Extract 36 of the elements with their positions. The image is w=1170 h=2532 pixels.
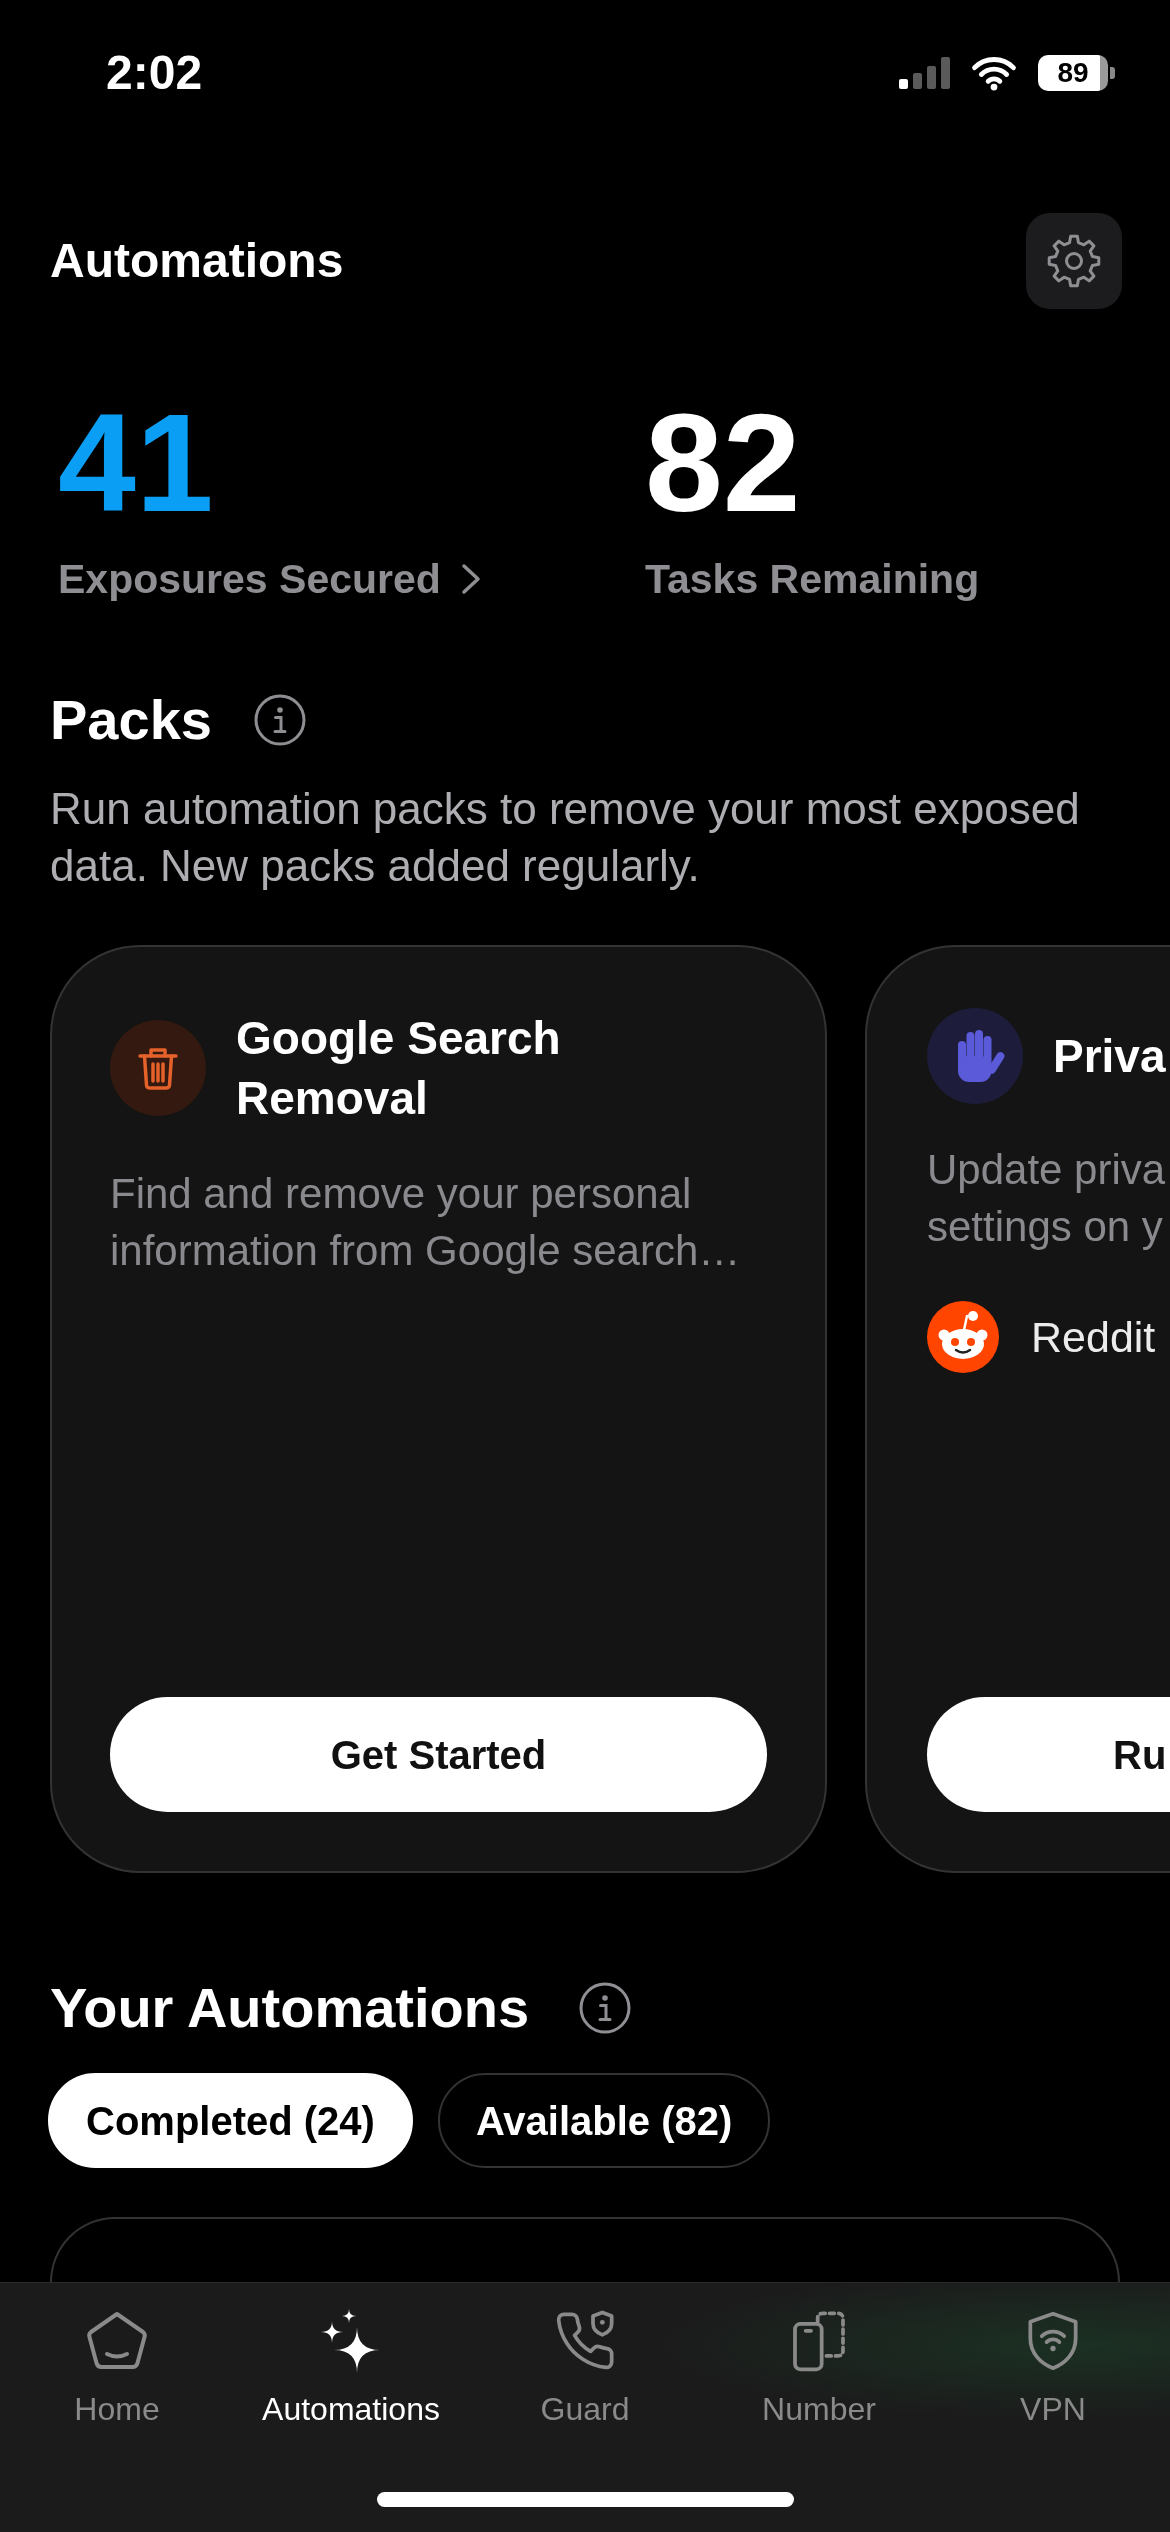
tab-bar-item[interactable]: Number	[762, 2309, 876, 2429]
info-icon[interactable]	[253, 694, 306, 746]
settings-button[interactable]	[1026, 213, 1122, 309]
pack-card[interactable]: Google Search Removal Find and remove your personal information from Google search… Get Started	[50, 945, 827, 1873]
chevron-icon	[460, 563, 481, 595]
section-title: Packs	[50, 688, 212, 752]
status-time: 2:02	[106, 45, 203, 101]
trash-icon	[110, 1020, 206, 1116]
pack-card[interactable]: Priva Update priva settings on y Reddit Ru	[865, 945, 1170, 1873]
alien-face-icon	[927, 1301, 999, 1373]
tab-bar-item[interactable]: Automations	[262, 2309, 440, 2429]
signal-icon	[899, 57, 950, 89]
card-button[interactable]: Get Started	[110, 1697, 767, 1812]
tab-bar-item[interactable]: Guard	[540, 2309, 630, 2429]
stat-label: Tasks Remaining	[645, 555, 980, 603]
card-description: Find and remove your personal information from Google search…	[110, 1169, 742, 1276]
battery-indicator: 89	[1038, 55, 1115, 91]
hand-icon	[927, 1008, 1023, 1104]
stat-value: 82	[645, 393, 801, 533]
card-button[interactable]: Ru	[927, 1697, 1170, 1812]
info-icon[interactable]	[579, 1982, 632, 2034]
settings-icon	[1047, 234, 1101, 288]
tab-bar-item[interactable]: VPN	[1020, 2309, 1086, 2429]
section-description: Run automation packs to remove your most exposed data. New packs added regularly.	[49, 783, 1081, 892]
tab-bar-item[interactable]: Home	[74, 2309, 160, 2429]
card-title: Priva	[1053, 1029, 1166, 1084]
platform-name: Reddit	[1031, 1312, 1156, 1363]
filter-tab[interactable]: Available (82)	[437, 2073, 771, 2168]
wifi-icon	[970, 55, 1018, 91]
filter-tab[interactable]: Completed (24)	[48, 2073, 413, 2168]
card-description: Update priva settings on y	[927, 1145, 1167, 1252]
stat-link[interactable]: Exposures Secured	[58, 555, 481, 603]
page-title: Automations	[50, 233, 344, 289]
stat-value: 41	[58, 393, 214, 533]
card-title: Google Search Removal	[236, 1011, 562, 1126]
section-title: Your Automations	[50, 1976, 530, 2040]
